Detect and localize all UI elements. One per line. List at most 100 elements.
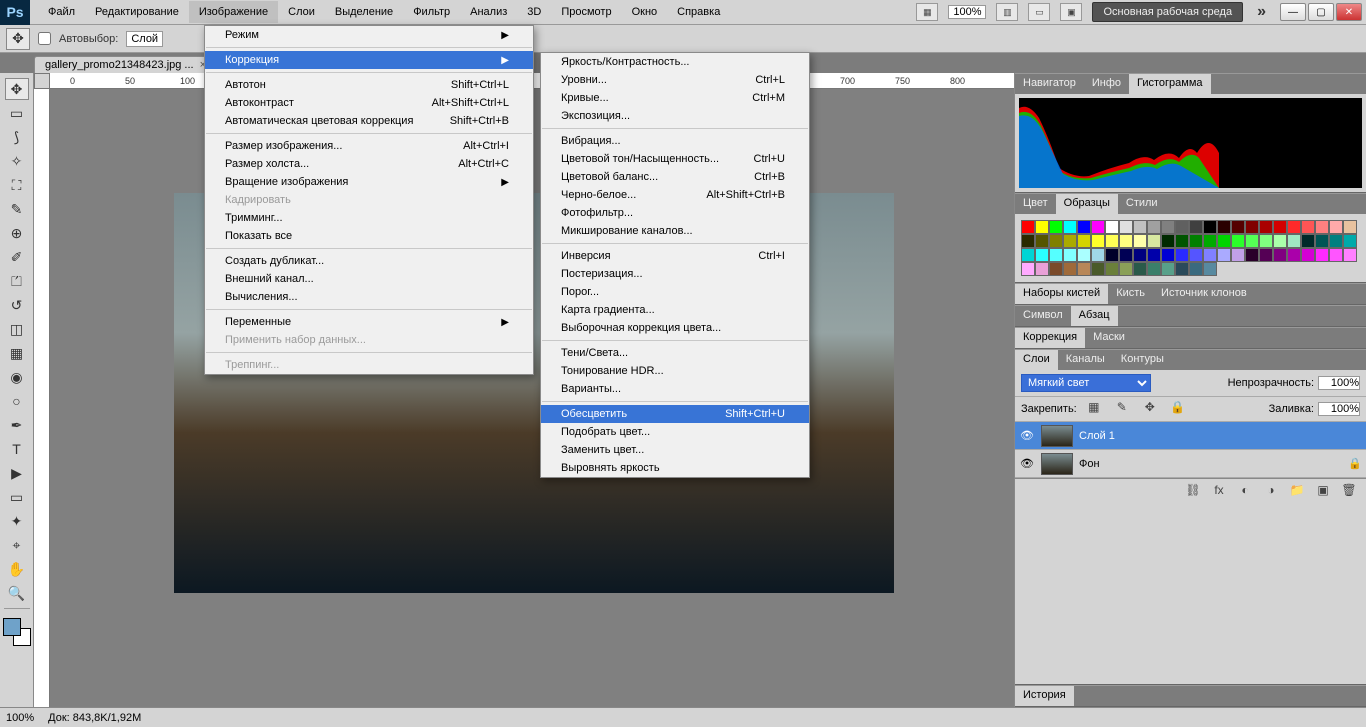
menu-entry[interactable]: Вращение изображения▶ bbox=[205, 173, 533, 191]
swatch[interactable] bbox=[1245, 220, 1259, 234]
swatch[interactable] bbox=[1105, 220, 1119, 234]
zoom-field[interactable]: 100% bbox=[948, 5, 986, 19]
swatch[interactable] bbox=[1161, 234, 1175, 248]
link-layers-icon[interactable]: ⛓ bbox=[1182, 483, 1204, 501]
swatch[interactable] bbox=[1091, 248, 1105, 262]
swatch[interactable] bbox=[1049, 234, 1063, 248]
panel-tab[interactable]: Навигатор bbox=[1015, 74, 1084, 94]
swatch[interactable] bbox=[1063, 262, 1077, 276]
crop-tool[interactable]: ⛶ bbox=[5, 174, 29, 196]
swatch[interactable] bbox=[1133, 248, 1147, 262]
swatch[interactable] bbox=[1245, 234, 1259, 248]
swatch[interactable] bbox=[1091, 262, 1105, 276]
swatch[interactable] bbox=[1175, 234, 1189, 248]
menu-редактирование[interactable]: Редактирование bbox=[85, 1, 189, 23]
menu-entry[interactable]: Порог... bbox=[541, 283, 809, 301]
menu-3d[interactable]: 3D bbox=[517, 1, 551, 23]
swatch[interactable] bbox=[1119, 248, 1133, 262]
layer-visibility-icon[interactable]: 👁 bbox=[1019, 429, 1035, 442]
swatch[interactable] bbox=[1091, 234, 1105, 248]
swatch[interactable] bbox=[1217, 248, 1231, 262]
swatch[interactable] bbox=[1049, 248, 1063, 262]
panel-tab[interactable]: Кисть bbox=[1108, 284, 1153, 304]
swatch[interactable] bbox=[1035, 234, 1049, 248]
opacity-field[interactable] bbox=[1318, 376, 1360, 390]
layer-row[interactable]: 👁Фон🔒 bbox=[1015, 450, 1366, 478]
menu-entry[interactable]: Цветовой баланс...Ctrl+B bbox=[541, 168, 809, 186]
swatch[interactable] bbox=[1105, 262, 1119, 276]
swatch[interactable] bbox=[1161, 220, 1175, 234]
status-zoom[interactable]: 100% bbox=[6, 712, 34, 724]
path-select-tool[interactable]: ▶ bbox=[5, 462, 29, 484]
menu-анализ[interactable]: Анализ bbox=[460, 1, 517, 23]
swatch[interactable] bbox=[1217, 220, 1231, 234]
panel-tab[interactable]: Цвет bbox=[1015, 194, 1056, 214]
swatch[interactable] bbox=[1189, 234, 1203, 248]
swatch[interactable] bbox=[1203, 234, 1217, 248]
panel-tab[interactable]: Образцы bbox=[1056, 194, 1118, 214]
menu-entry[interactable]: ОбесцветитьShift+Ctrl+U bbox=[541, 405, 809, 423]
swatch[interactable] bbox=[1049, 220, 1063, 234]
panel-tab[interactable]: Контуры bbox=[1113, 350, 1172, 370]
menu-entry[interactable]: Вычисления... bbox=[205, 288, 533, 306]
history-brush-tool[interactable]: ↺ bbox=[5, 294, 29, 316]
swatch[interactable] bbox=[1133, 234, 1147, 248]
swatch[interactable] bbox=[1105, 234, 1119, 248]
stamp-tool[interactable]: ⏍ bbox=[5, 270, 29, 292]
menu-entry[interactable]: Подобрать цвет... bbox=[541, 423, 809, 441]
swatch[interactable] bbox=[1035, 262, 1049, 276]
wand-tool[interactable]: ✧ bbox=[5, 150, 29, 172]
layer-mask-icon[interactable]: ◐ bbox=[1234, 483, 1256, 501]
swatch[interactable] bbox=[1273, 234, 1287, 248]
swatch[interactable] bbox=[1259, 234, 1273, 248]
menu-entry[interactable]: Черно-белое...Alt+Shift+Ctrl+B bbox=[541, 186, 809, 204]
swatch[interactable] bbox=[1259, 220, 1273, 234]
3d-tool[interactable]: ✦ bbox=[5, 510, 29, 532]
gradient-tool[interactable]: ▦ bbox=[5, 342, 29, 364]
layer-visibility-icon[interactable]: 👁 bbox=[1019, 457, 1035, 470]
menu-entry[interactable]: Экспозиция... bbox=[541, 107, 809, 125]
swatch[interactable] bbox=[1119, 262, 1133, 276]
swatch[interactable] bbox=[1175, 262, 1189, 276]
panel-tab[interactable]: Маски bbox=[1085, 328, 1133, 348]
menu-entry[interactable]: АвтотонShift+Ctrl+L bbox=[205, 76, 533, 94]
swatch[interactable] bbox=[1203, 262, 1217, 276]
swatch[interactable] bbox=[1273, 248, 1287, 262]
color-swatches[interactable] bbox=[3, 618, 31, 646]
menu-слои[interactable]: Слои bbox=[278, 1, 325, 23]
panel-tab[interactable]: Слои bbox=[1015, 350, 1058, 370]
more-icon[interactable]: » bbox=[1253, 3, 1270, 21]
toolbar-icon[interactable]: ▭ bbox=[1028, 3, 1050, 21]
swatch[interactable] bbox=[1287, 220, 1301, 234]
swatch[interactable] bbox=[1049, 262, 1063, 276]
autoselect-field[interactable]: Слой bbox=[126, 31, 163, 47]
swatch[interactable] bbox=[1217, 234, 1231, 248]
layer-row[interactable]: 👁Слой 1 bbox=[1015, 422, 1366, 450]
menu-entry[interactable]: Варианты... bbox=[541, 380, 809, 398]
panel-tab[interactable]: Каналы bbox=[1058, 350, 1113, 370]
swatch[interactable] bbox=[1189, 220, 1203, 234]
swatch[interactable] bbox=[1259, 248, 1273, 262]
heal-tool[interactable]: ⊕ bbox=[5, 222, 29, 244]
swatch[interactable] bbox=[1119, 234, 1133, 248]
panel-tab[interactable]: Символ bbox=[1015, 306, 1071, 326]
menu-entry[interactable]: Карта градиента... bbox=[541, 301, 809, 319]
swatch[interactable] bbox=[1231, 220, 1245, 234]
dodge-tool[interactable]: ○ bbox=[5, 390, 29, 412]
swatch[interactable] bbox=[1343, 220, 1357, 234]
menu-entry[interactable]: Создать дубликат... bbox=[205, 252, 533, 270]
eyedropper-tool[interactable]: ✎ bbox=[5, 198, 29, 220]
swatch[interactable] bbox=[1315, 234, 1329, 248]
blend-mode-select[interactable]: Мягкий свет bbox=[1021, 374, 1151, 392]
menu-entry[interactable]: Размер изображения...Alt+Ctrl+I bbox=[205, 137, 533, 155]
panel-tab[interactable]: Источник клонов bbox=[1153, 284, 1255, 304]
layer-group-icon[interactable]: 📁 bbox=[1286, 483, 1308, 501]
menu-entry[interactable]: Выборочная коррекция цвета... bbox=[541, 319, 809, 337]
panel-tab[interactable]: Абзац bbox=[1071, 306, 1118, 326]
toolbar-icon[interactable]: ▥ bbox=[996, 3, 1018, 21]
menu-entry[interactable]: ИнверсияCtrl+I bbox=[541, 247, 809, 265]
swatch[interactable] bbox=[1203, 248, 1217, 262]
swatch[interactable] bbox=[1175, 248, 1189, 262]
menu-entry[interactable]: Показать все bbox=[205, 227, 533, 245]
swatch[interactable] bbox=[1329, 248, 1343, 262]
